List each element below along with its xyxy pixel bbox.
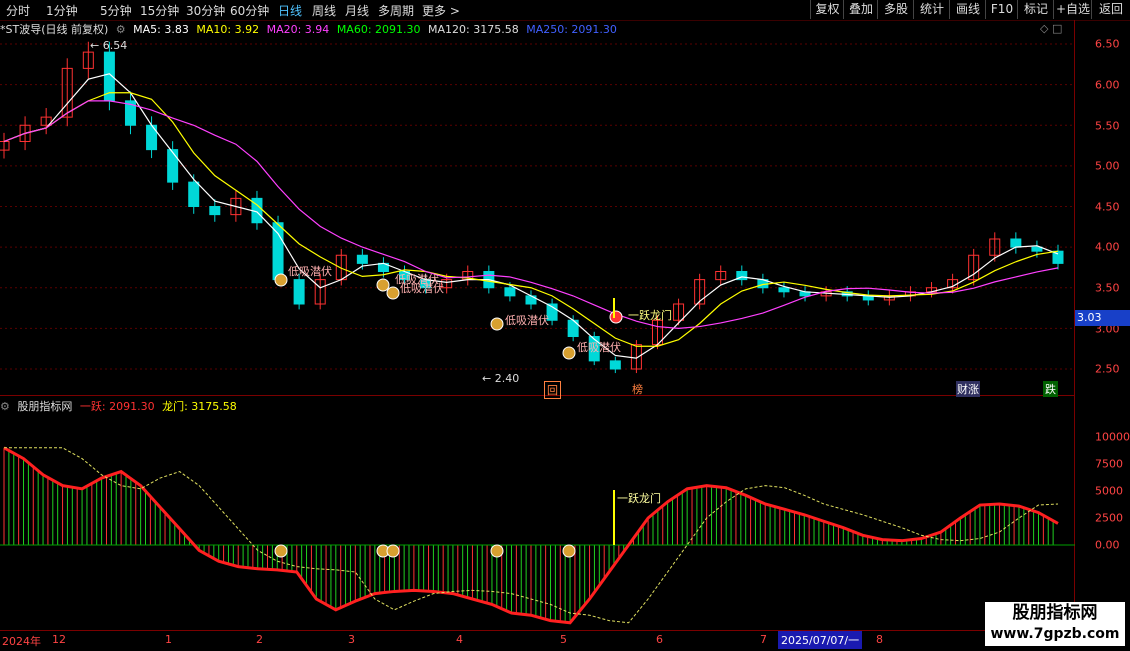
candle-body [167, 149, 179, 183]
candle-body [188, 181, 200, 207]
die-marker[interactable]: 跌 [1043, 381, 1058, 397]
money-bag-icon [386, 286, 400, 300]
date-label: 3 [348, 633, 355, 646]
ind-yiyue-longmen-tag: 一跃龙门 [617, 492, 661, 505]
money-bag-icon [490, 317, 504, 331]
plus-marker-icon [609, 310, 623, 324]
date-label: 4 [456, 633, 463, 646]
date-label: 8 [876, 633, 883, 646]
money-bag-icon [376, 278, 390, 292]
watermark-title: 股朋指标网 [1012, 603, 1098, 623]
date-axis: 2024年 12 1 2 3 4 5 6 7 8 [0, 630, 1075, 651]
candle-body [272, 222, 284, 281]
ind-money-bag-icon [562, 544, 576, 558]
high-price-value: 6.54 [102, 39, 128, 52]
ind-tick: 2500 [1095, 511, 1123, 525]
ind-tick: 0.00 [1095, 538, 1120, 552]
ind-money-bag-icon [386, 544, 400, 558]
dixi-tag: 低吸潜伏 [288, 265, 332, 278]
caizhang-marker[interactable]: 财涨 [956, 381, 980, 397]
dixi-tag: 低吸潜伏 [505, 314, 549, 327]
bang-marker[interactable]: 榜 [632, 381, 643, 397]
ind-money-bag-icon [274, 544, 288, 558]
ind-tick: 10000 [1095, 430, 1130, 444]
candle-body [209, 206, 221, 216]
date-label: 2 [256, 633, 263, 646]
low-price-value: 2.40 [494, 372, 520, 385]
low-price-label: ← 2.40 [482, 372, 520, 385]
cursor-date: 2025/07/07/一 [778, 631, 863, 649]
date-label: 12 [52, 633, 66, 646]
money-bag-icon [274, 273, 288, 287]
yiyue-longmen-tag: 一跃龙门 [628, 309, 672, 322]
candle-body [778, 287, 790, 293]
candle-body [356, 254, 368, 264]
indicator-axis: 10000 7500 5000 2500 0.00 [1075, 0, 1130, 630]
date-label: 7 [760, 633, 767, 646]
candle-body [1010, 238, 1022, 248]
date-label: 5 [560, 633, 567, 646]
ind-tick: 7500 [1095, 457, 1123, 471]
candle-body [609, 360, 621, 370]
hui-marker[interactable]: 回 [544, 381, 561, 399]
money-bag-icon [562, 346, 576, 360]
date-label: 6 [656, 633, 663, 646]
dixi-tag: 低吸潜伏 [577, 341, 621, 354]
candle-body [504, 287, 516, 297]
date-label: 1 [165, 633, 172, 646]
ind-tick: 5000 [1095, 484, 1123, 498]
dixi-tag: 低吸潜伏 [400, 282, 444, 295]
watermark: 股朋指标网 www.7gpzb.com [985, 602, 1125, 646]
date-label: 2024年 [2, 635, 41, 648]
candle-body [293, 279, 305, 305]
ind-money-bag-icon [490, 544, 504, 558]
high-price-label: ← 6.54 [90, 39, 128, 52]
watermark-url: www.7gpzb.com [990, 626, 1120, 642]
